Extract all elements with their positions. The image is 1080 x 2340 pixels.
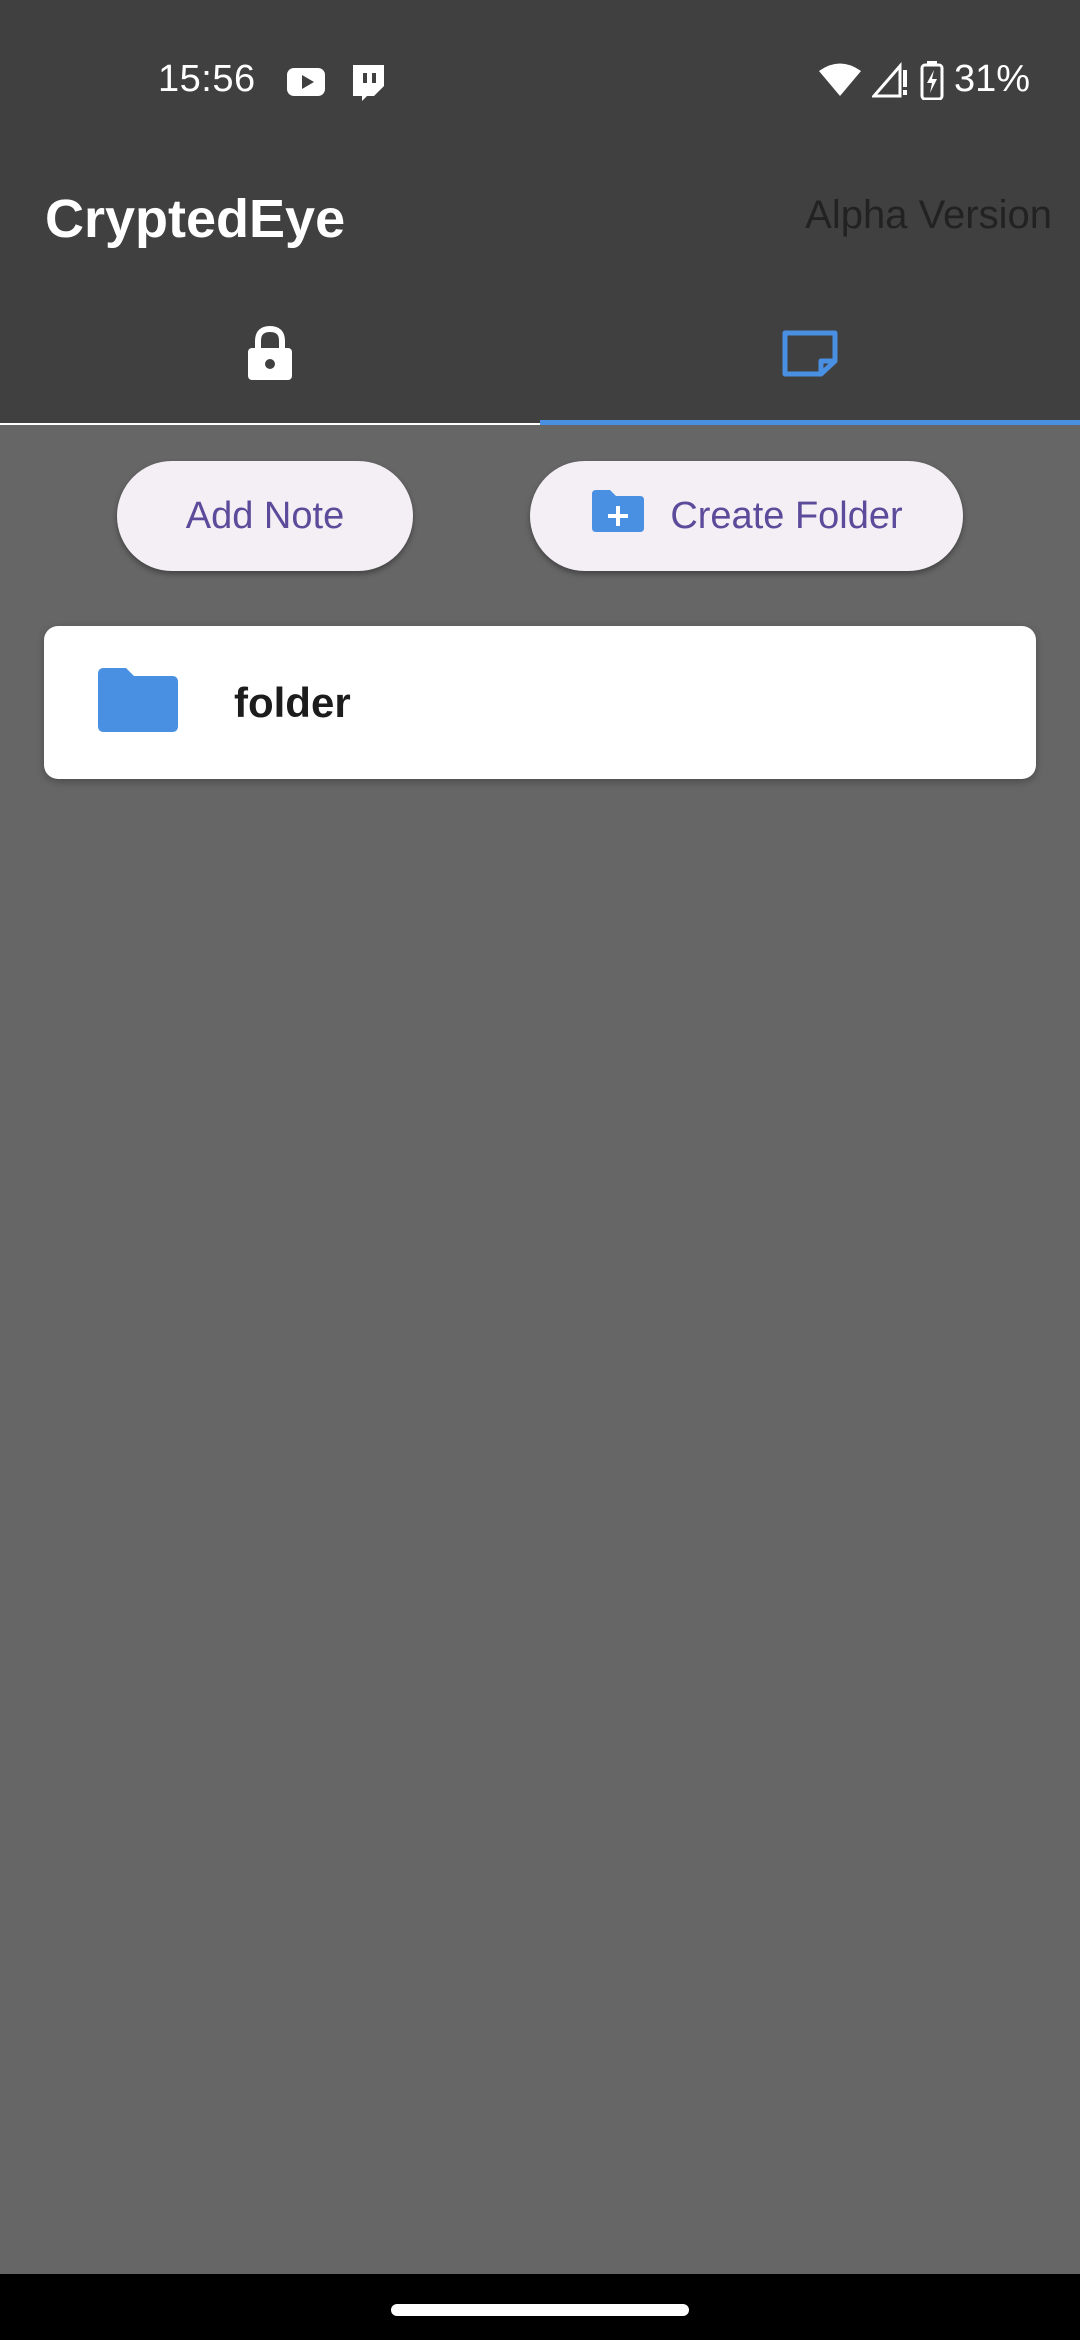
- status-time: 15:56: [158, 58, 256, 100]
- folder-list-item[interactable]: folder: [44, 626, 1036, 779]
- youtube-icon: [286, 62, 326, 102]
- wifi-icon: [818, 62, 862, 98]
- note-icon: [781, 329, 839, 382]
- tab-indicator-active: [540, 420, 1080, 425]
- folder-name: folder: [234, 678, 351, 726]
- create-folder-button[interactable]: Create Folder: [530, 461, 963, 571]
- screen: 15:56 31% CryptedEye Alpha Version Add N…: [0, 0, 1080, 2340]
- battery-charging-icon: [920, 60, 944, 100]
- tab-indicator: [0, 423, 540, 425]
- status-bar: 15:56 31%: [0, 0, 1080, 165]
- create-folder-icon: [590, 488, 646, 544]
- app-title: CryptedEye: [45, 189, 346, 249]
- battery-percentage: 31%: [953, 58, 1030, 100]
- home-indicator[interactable]: [391, 2304, 689, 2316]
- app-subtitle: Alpha Version: [805, 193, 1052, 237]
- twitch-icon: [348, 62, 388, 102]
- cell-signal-icon: [871, 61, 910, 98]
- add-note-label: Add Note: [185, 494, 345, 537]
- folder-icon: [96, 666, 180, 739]
- tab-notes[interactable]: [540, 285, 1080, 425]
- tab-passwords[interactable]: [0, 285, 540, 425]
- create-folder-label: Create Folder: [670, 494, 903, 537]
- app-bar: CryptedEye Alpha Version: [0, 165, 1080, 425]
- add-note-button[interactable]: Add Note: [117, 461, 413, 571]
- lock-icon: [246, 325, 294, 386]
- system-nav-bar: [0, 2274, 1080, 2340]
- tab-bar: [0, 285, 1080, 425]
- status-indicators: 31%: [818, 58, 1030, 101]
